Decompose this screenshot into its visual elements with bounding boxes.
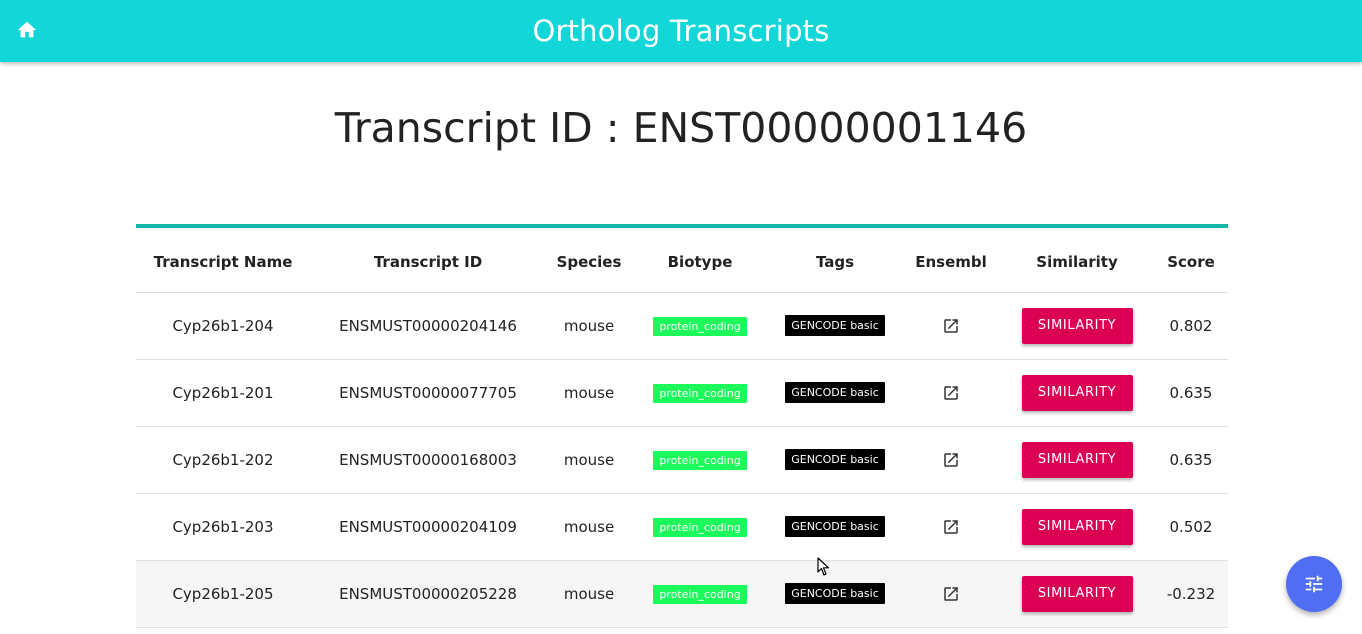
- similarity-button[interactable]: SIMILARITY: [1021, 575, 1133, 612]
- header-tags: Tags: [768, 228, 902, 293]
- cell-species: mouse: [546, 359, 632, 427]
- open-in-new-icon[interactable]: [942, 317, 960, 335]
- gencode-tag: GENCODE basic: [785, 449, 885, 470]
- header-ensembl: Ensembl: [902, 228, 1000, 293]
- cell-score: 0.802: [1154, 292, 1228, 360]
- cell-biotype: protein_coding: [632, 493, 768, 561]
- cell-similarity: SIMILARITY: [1000, 426, 1154, 494]
- similarity-button[interactable]: SIMILARITY: [1021, 441, 1133, 478]
- cell-ensembl: [902, 426, 1000, 494]
- table-row: Cyp26b1-204 ENSMUST00000204146 mouse pro…: [136, 292, 1228, 360]
- table-row: Cyp26b1-205 ENSMUST00000205228 mouse pro…: [136, 560, 1228, 628]
- cell-score: 0.502: [1154, 493, 1228, 561]
- open-in-new-icon[interactable]: [942, 585, 960, 603]
- home-button[interactable]: [14, 17, 40, 43]
- cell-transcript-name: Cyp26b1-205: [136, 560, 310, 628]
- cell-tags: GENCODE basic: [768, 493, 902, 561]
- cell-ensembl: [902, 493, 1000, 561]
- cell-score: 0.635: [1154, 426, 1228, 494]
- table-row: Cyp26b1-201 ENSMUST00000077705 mouse pro…: [136, 359, 1228, 427]
- table-row: Cyp26b1-202 ENSMUST00000168003 mouse pro…: [136, 426, 1228, 494]
- cell-tags: GENCODE basic: [768, 292, 902, 360]
- mouse-cursor-icon: [817, 557, 830, 576]
- open-in-new-icon[interactable]: [942, 518, 960, 536]
- cell-tags: GENCODE basic: [768, 560, 902, 628]
- cell-biotype: protein_coding: [632, 292, 768, 360]
- cell-transcript-name: Cyp26b1-204: [136, 292, 310, 360]
- cell-species: mouse: [546, 292, 632, 360]
- cell-species: mouse: [546, 560, 632, 628]
- cell-transcript-id: ENSMUST00000204109: [310, 493, 546, 561]
- cell-transcript-name: Cyp26b1-201: [136, 359, 310, 427]
- orthologs-table: Transcript Name Transcript ID Species Bi…: [136, 228, 1228, 628]
- biotype-tag: protein_coding: [653, 450, 747, 470]
- cell-ensembl: [902, 560, 1000, 628]
- cell-ensembl: [902, 292, 1000, 360]
- cell-biotype: protein_coding: [632, 359, 768, 427]
- open-in-new-icon[interactable]: [942, 384, 960, 402]
- cell-biotype: protein_coding: [632, 560, 768, 628]
- header-biotype: Biotype: [632, 228, 768, 293]
- cell-biotype: protein_coding: [632, 426, 768, 494]
- home-icon: [17, 21, 37, 38]
- cell-species: mouse: [546, 493, 632, 561]
- header-transcript-id: Transcript ID: [310, 228, 546, 293]
- cell-score: -0.232: [1154, 560, 1228, 628]
- similarity-button[interactable]: SIMILARITY: [1021, 508, 1133, 545]
- biotype-tag: protein_coding: [653, 584, 747, 604]
- cell-tags: GENCODE basic: [768, 359, 902, 427]
- page-title: Transcript ID : ENST00000001146: [334, 104, 1028, 152]
- gencode-tag: GENCODE basic: [785, 315, 885, 336]
- similarity-button[interactable]: SIMILARITY: [1021, 307, 1133, 344]
- biotype-tag: protein_coding: [653, 383, 747, 403]
- cell-transcript-id: ENSMUST00000077705: [310, 359, 546, 427]
- header-score: Score: [1154, 228, 1228, 293]
- cell-similarity: SIMILARITY: [1000, 359, 1154, 427]
- cell-transcript-id: ENSMUST00000204146: [310, 292, 546, 360]
- cell-similarity: SIMILARITY: [1000, 292, 1154, 360]
- cell-species: mouse: [546, 426, 632, 494]
- filter-fab-button[interactable]: [1286, 556, 1342, 612]
- header-similarity: Similarity: [1000, 228, 1154, 293]
- cell-transcript-name: Cyp26b1-202: [136, 426, 310, 494]
- cell-tags: GENCODE basic: [768, 426, 902, 494]
- cell-transcript-id: ENSMUST00000168003: [310, 426, 546, 494]
- orthologs-table-container: Transcript Name Transcript ID Species Bi…: [136, 224, 1228, 628]
- cell-ensembl: [902, 359, 1000, 427]
- app-title: Ortholog Transcripts: [532, 14, 830, 48]
- cell-transcript-id: ENSMUST00000205228: [310, 560, 546, 628]
- cell-score: 0.635: [1154, 359, 1228, 427]
- header-transcript-name: Transcript Name: [136, 228, 310, 293]
- table-header-row: Transcript Name Transcript ID Species Bi…: [136, 228, 1228, 293]
- gencode-tag: GENCODE basic: [785, 516, 885, 537]
- cell-similarity: SIMILARITY: [1000, 493, 1154, 561]
- biotype-tag: protein_coding: [653, 517, 747, 537]
- gencode-tag: GENCODE basic: [785, 382, 885, 403]
- gencode-tag: GENCODE basic: [785, 583, 885, 604]
- cell-transcript-name: Cyp26b1-203: [136, 493, 310, 561]
- table-row: Cyp26b1-203 ENSMUST00000204109 mouse pro…: [136, 493, 1228, 561]
- open-in-new-icon[interactable]: [942, 451, 960, 469]
- header-species: Species: [546, 228, 632, 293]
- biotype-tag: protein_coding: [653, 316, 747, 336]
- app-bar: Ortholog Transcripts: [0, 0, 1362, 62]
- similarity-button[interactable]: SIMILARITY: [1021, 374, 1133, 411]
- tune-icon: [1305, 575, 1323, 593]
- cell-similarity: SIMILARITY: [1000, 560, 1154, 628]
